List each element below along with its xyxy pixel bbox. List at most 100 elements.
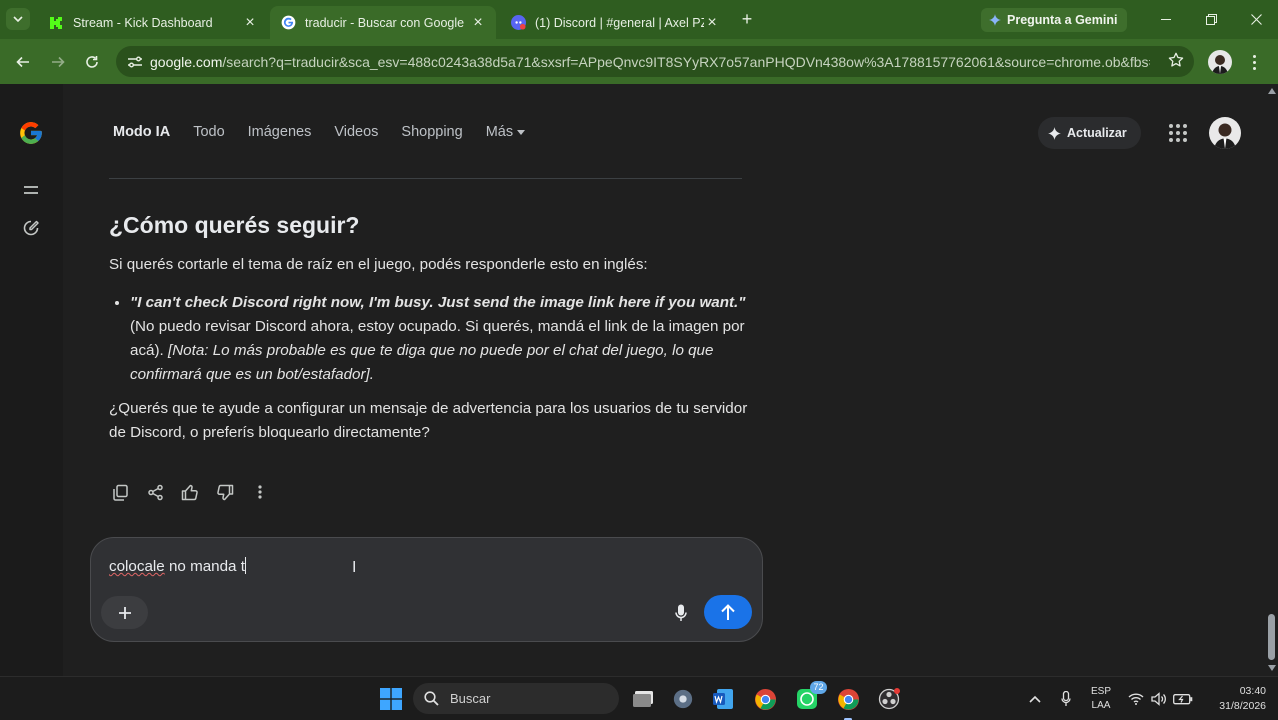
more-options-button[interactable]	[249, 481, 271, 503]
browser-profile-avatar[interactable]	[1208, 50, 1232, 74]
keyboard-layout: LAA	[1091, 700, 1111, 711]
word-icon	[713, 689, 733, 709]
restore-icon	[1205, 13, 1217, 25]
chrome-profile-app[interactable]	[834, 685, 862, 720]
browser-tab-google[interactable]: traducir - Buscar con Google ×	[270, 6, 496, 39]
clock-date: 31/8/2026	[1219, 700, 1266, 712]
reload-button[interactable]	[79, 49, 105, 75]
forward-button[interactable]	[45, 49, 71, 75]
windows-taskbar: Buscar 72 ESP LAA 03:40 31/8/2026	[0, 676, 1278, 720]
google-apps-icon[interactable]	[1168, 123, 1188, 143]
restore-button[interactable]	[1188, 8, 1234, 30]
new-tab-button[interactable]: +	[736, 9, 758, 31]
prompt-input[interactable]: colocale no manda t	[109, 557, 246, 575]
search-tabs: Modo IA Todo Imágenes Videos Shopping Má…	[113, 124, 526, 140]
microphone-icon	[675, 604, 687, 621]
windows-logo-icon	[380, 688, 402, 710]
ask-gemini-button[interactable]: Pregunta a Gemini	[981, 8, 1128, 32]
edit-pen-icon	[23, 220, 39, 236]
browser-menu-icon[interactable]	[1244, 51, 1264, 73]
taskbar-search[interactable]: Buscar	[413, 683, 619, 714]
minimize-icon	[1161, 18, 1171, 20]
chrome-app[interactable]	[751, 685, 779, 713]
upgrade-button[interactable]: Actualizar	[1038, 117, 1141, 149]
settings-app[interactable]	[669, 685, 697, 713]
browser-tab-kick[interactable]: Stream - Kick Dashboard ×	[38, 6, 268, 39]
tab-strip: Stream - Kick Dashboard × traducir - Bus…	[0, 0, 1278, 39]
menu-button[interactable]	[16, 175, 46, 205]
ai-answer: ¿Cómo querés seguir? Si querés cortarle …	[109, 212, 749, 445]
battery-status[interactable]	[1169, 685, 1197, 713]
tab-imagenes[interactable]: Imágenes	[248, 124, 312, 140]
microphone-tray[interactable]	[1052, 685, 1080, 713]
address-bar[interactable]: google.com/search?q=traducir&sca_esv=488…	[116, 46, 1194, 77]
add-attachment-button[interactable]	[101, 596, 148, 629]
copy-button[interactable]	[109, 481, 131, 503]
chrome-icon	[837, 688, 859, 710]
tab-shopping[interactable]: Shopping	[401, 124, 462, 140]
page-scrollbar[interactable]	[1265, 84, 1278, 676]
thumbs-up-icon	[181, 484, 198, 500]
obs-app[interactable]	[875, 685, 903, 713]
prompt-composer[interactable]: colocale no manda t I	[90, 537, 763, 642]
tab-todo[interactable]: Todo	[193, 124, 224, 140]
whatsapp-app[interactable]: 72	[793, 681, 827, 713]
back-button[interactable]	[10, 49, 36, 75]
arrow-up-icon	[721, 603, 735, 620]
send-button[interactable]	[704, 595, 752, 629]
word-app[interactable]	[709, 685, 737, 713]
scrollbar-thumb[interactable]	[1268, 614, 1275, 660]
tab-title: (1) Discord | #general | Axel PZA	[535, 15, 704, 30]
arrow-right-icon	[52, 56, 65, 68]
start-button[interactable]	[377, 685, 405, 713]
browser-tab-discord[interactable]: (1) Discord | #general | Axel PZA ×	[500, 6, 730, 39]
minimize-button[interactable]	[1143, 8, 1189, 30]
sparkle-icon	[1048, 126, 1061, 140]
input-language[interactable]: ESP LAA	[1090, 685, 1112, 713]
system-clock[interactable]: 03:40 31/8/2026	[1200, 684, 1266, 714]
plus-icon	[118, 606, 131, 619]
share-button[interactable]	[144, 481, 166, 503]
wifi-icon	[1128, 693, 1144, 705]
bookmark-star-icon[interactable]	[1168, 52, 1184, 73]
close-window-button[interactable]	[1233, 8, 1278, 30]
tab-videos[interactable]: Videos	[334, 124, 378, 140]
thumbs-up-button[interactable]	[179, 481, 201, 503]
scroll-up-arrow-icon[interactable]	[1268, 88, 1276, 94]
tab-title: Stream - Kick Dashboard	[73, 15, 213, 30]
account-avatar[interactable]	[1209, 117, 1241, 149]
chrome-icon	[754, 688, 776, 710]
language-code: ESP	[1090, 686, 1111, 697]
tab-mas-label: Más	[485, 124, 514, 140]
new-chat-button[interactable]	[16, 213, 46, 243]
voice-input-button[interactable]	[669, 600, 693, 626]
prompt-text: no manda t	[164, 558, 245, 575]
show-hidden-icons-button[interactable]	[1021, 685, 1049, 713]
discord-icon	[510, 15, 526, 31]
close-tab-icon[interactable]: ×	[470, 14, 486, 32]
section-divider	[109, 178, 742, 179]
task-view-icon	[633, 691, 653, 707]
google-icon	[280, 15, 296, 31]
site-info-icon[interactable]	[120, 55, 150, 69]
close-tab-icon[interactable]: ×	[242, 14, 258, 32]
chevron-down-icon	[13, 16, 23, 22]
notification-badge: 72	[810, 681, 827, 694]
task-view-button[interactable]	[629, 685, 657, 713]
search-icon	[424, 691, 439, 706]
close-icon	[1250, 13, 1262, 25]
tab-mas[interactable]: Más	[485, 124, 526, 140]
copy-icon	[112, 484, 128, 501]
browser-toolbar: google.com/search?q=traducir&sca_esv=488…	[0, 39, 1278, 84]
google-logo[interactable]	[16, 118, 46, 148]
microphone-icon	[1061, 691, 1071, 706]
hamburger-icon	[24, 186, 38, 194]
close-tab-icon[interactable]: ×	[704, 14, 720, 32]
tab-search-button[interactable]	[6, 8, 30, 30]
battery-charging-icon	[1173, 694, 1193, 705]
tab-modo-ia[interactable]: Modo IA	[113, 124, 170, 140]
thumbs-down-button[interactable]	[214, 481, 236, 503]
scroll-down-arrow-icon[interactable]	[1268, 665, 1276, 671]
tab-title: traducir - Buscar con Google	[305, 15, 465, 30]
upgrade-label: Actualizar	[1067, 126, 1127, 140]
